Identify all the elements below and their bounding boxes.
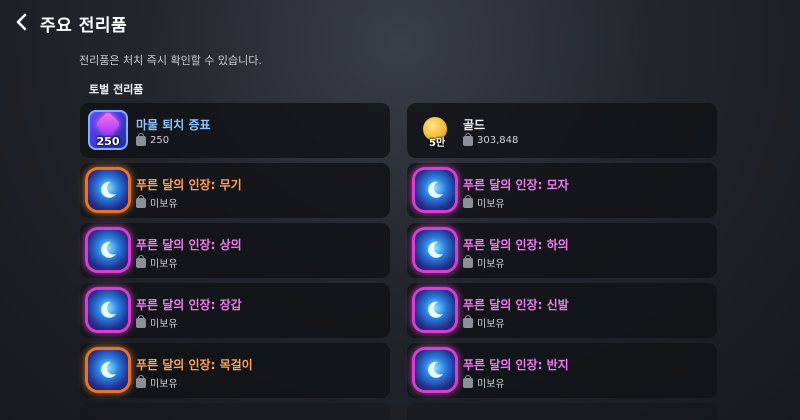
lock-icon — [136, 132, 146, 146]
lock-icon — [463, 194, 473, 208]
item-status-text: 250 — [150, 135, 170, 146]
icon-count: 5만 — [429, 138, 446, 149]
item-status: 미보유 — [136, 254, 178, 270]
gold-coin-icon: 5만 — [415, 110, 455, 150]
loot-item-card[interactable]: 푸른 달의 인장: 목걸이 미보유 — [80, 343, 390, 398]
item-status-text: 미보유 — [150, 259, 178, 270]
item-status-text: 미보유 — [477, 259, 505, 270]
item-status: 250 — [136, 132, 170, 146]
page-title: 주요 전리품 — [40, 16, 128, 36]
item-status: 미보유 — [463, 314, 505, 330]
lock-icon — [463, 314, 473, 328]
loot-item-card[interactable]: 푸른 달의 인장: 장갑 미보유 — [80, 283, 390, 338]
item-name: 푸른 달의 인장: 하의 — [463, 238, 569, 252]
item-status-text: 303,848 — [477, 135, 519, 146]
loot-item-card[interactable]: 푸른 달의 인장: 하의 미보유 — [407, 223, 717, 278]
loot-item-card[interactable]: 푸른 달의 인장: 신발 미보유 — [407, 283, 717, 338]
item-status-text: 미보유 — [477, 199, 505, 210]
loot-item-card[interactable]: 푸른 달의 인장: 모자 미보유 — [407, 163, 717, 218]
moon-icon — [428, 361, 443, 378]
blue-moon-seal-icon — [415, 230, 455, 270]
lock-icon — [136, 254, 146, 268]
loot-item-card[interactable]: 250 마물 퇴치 증표 250 — [80, 103, 390, 158]
loot-item-card-partial[interactable] — [407, 403, 717, 420]
loot-info-text: 전리품은 처치 즉시 확인할 수 있습니다. — [79, 54, 262, 67]
item-name: 마물 퇴치 증표 — [136, 118, 211, 132]
item-name: 푸른 달의 인장: 상의 — [136, 238, 242, 252]
loot-item-card-partial[interactable] — [80, 403, 390, 420]
moon-icon — [101, 361, 116, 378]
item-status: 미보유 — [136, 194, 178, 210]
chevron-left-icon — [16, 13, 27, 31]
item-status-text: 미보유 — [150, 319, 178, 330]
loot-item-card[interactable]: 푸른 달의 인장: 반지 미보유 — [407, 343, 717, 398]
item-status: 미보유 — [136, 374, 178, 390]
item-status: 미보유 — [136, 314, 178, 330]
moon-icon — [428, 181, 443, 198]
blue-moon-seal-icon — [88, 350, 128, 390]
item-status: 미보유 — [463, 194, 505, 210]
item-status-text: 미보유 — [150, 199, 178, 210]
lock-icon — [136, 194, 146, 208]
item-status-text: 미보유 — [477, 379, 505, 390]
item-status-text: 미보유 — [150, 379, 178, 390]
lock-icon — [463, 132, 473, 146]
icon-count: 250 — [96, 135, 120, 148]
blue-moon-seal-icon — [88, 230, 128, 270]
item-status-text: 미보유 — [477, 319, 505, 330]
item-name: 푸른 달의 인장: 반지 — [463, 358, 569, 372]
item-name: 푸른 달의 인장: 무기 — [136, 178, 242, 192]
blue-moon-seal-icon — [415, 350, 455, 390]
section-title: 토벌 전리품 — [89, 83, 144, 96]
item-status: 303,848 — [463, 132, 519, 146]
purple-badge-icon: 250 — [88, 110, 128, 150]
item-name: 푸른 달의 인장: 장갑 — [136, 298, 242, 312]
item-name: 푸른 달의 인장: 목걸이 — [136, 358, 253, 372]
loot-item-card[interactable]: 5만 골드 303,848 — [407, 103, 717, 158]
moon-icon — [101, 181, 116, 198]
moon-icon — [428, 301, 443, 318]
blue-moon-seal-icon — [415, 290, 455, 330]
item-status: 미보유 — [463, 374, 505, 390]
item-name: 골드 — [463, 118, 486, 132]
top-bar: 주요 전리품 — [0, 0, 800, 44]
lock-icon — [136, 314, 146, 328]
loot-grid: 250 마물 퇴치 증표 250 5만 골드 303,848 푸른 달의 인장:… — [80, 103, 717, 420]
blue-moon-seal-icon — [88, 290, 128, 330]
loot-item-card[interactable]: 푸른 달의 인장: 무기 미보유 — [80, 163, 390, 218]
item-name: 푸른 달의 인장: 모자 — [463, 178, 569, 192]
moon-icon — [428, 241, 443, 258]
loot-item-card[interactable]: 푸른 달의 인장: 상의 미보유 — [80, 223, 390, 278]
moon-icon — [101, 241, 116, 258]
lock-icon — [463, 374, 473, 388]
lock-icon — [463, 254, 473, 268]
blue-moon-seal-icon — [415, 170, 455, 210]
item-name: 푸른 달의 인장: 신발 — [463, 298, 569, 312]
back-button[interactable] — [10, 10, 34, 34]
item-status: 미보유 — [463, 254, 505, 270]
blue-moon-seal-icon — [88, 170, 128, 210]
lock-icon — [136, 374, 146, 388]
moon-icon — [101, 301, 116, 318]
